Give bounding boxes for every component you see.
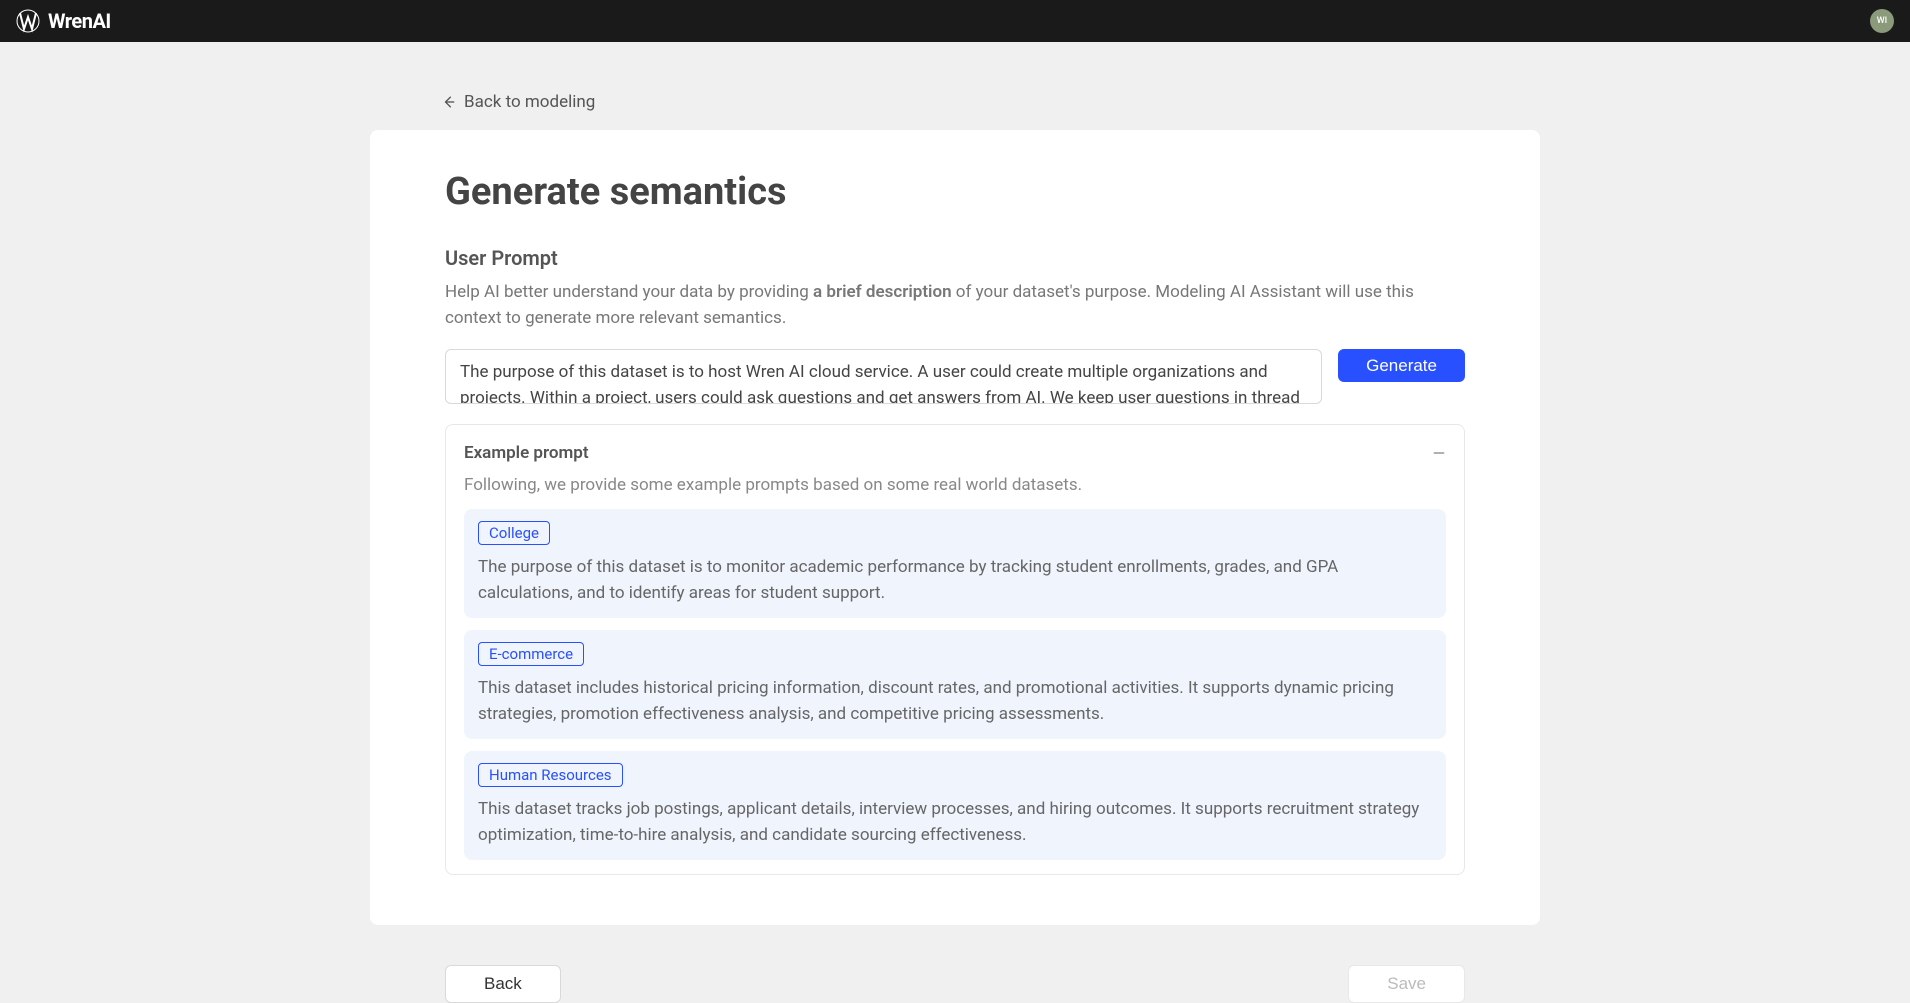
example-subdescription: Following, we provide some example promp… [464,475,1446,495]
user-prompt-description: Help AI better understand your data by p… [445,280,1465,331]
app-header: WrenAI WI [0,0,1910,42]
example-item-hr[interactable]: Human Resources This dataset tracks job … [464,751,1446,860]
user-prompt-title: User Prompt [445,246,1465,270]
example-header: Example prompt [464,443,1446,463]
arrow-left-icon [442,95,456,109]
example-text: This dataset includes historical pricing… [478,676,1432,727]
wren-logo-icon [16,9,40,33]
user-prompt-input[interactable] [445,349,1322,404]
example-item-ecommerce[interactable]: E-commerce This dataset includes histori… [464,630,1446,739]
main-container: Back to modeling Generate semantics User… [370,42,1540,1003]
example-text: The purpose of this dataset is to monito… [478,555,1432,606]
back-link-label: Back to modeling [464,92,595,112]
example-tag: Human Resources [478,763,623,787]
example-prompt-title: Example prompt [464,443,589,463]
example-item-college[interactable]: College The purpose of this dataset is t… [464,509,1446,618]
example-text: This dataset tracks job postings, applic… [478,797,1432,848]
save-button: Save [1348,965,1465,1003]
example-prompt-panel: Example prompt Following, we provide som… [445,424,1465,875]
prompt-input-row: Generate [445,349,1465,404]
footer-buttons: Back Save [370,965,1540,1003]
example-tag: College [478,521,550,545]
page-title: Generate semantics [445,170,1465,214]
back-button[interactable]: Back [445,965,561,1003]
logo-section[interactable]: WrenAI [16,9,111,33]
logo-text: WrenAI [48,9,111,33]
example-tag: E-commerce [478,642,584,666]
back-to-modeling-link[interactable]: Back to modeling [370,92,1540,112]
avatar-initials: WI [1877,16,1887,26]
user-avatar[interactable]: WI [1870,9,1894,33]
generate-button[interactable]: Generate [1338,349,1465,382]
main-card: Generate semantics User Prompt Help AI b… [370,130,1540,925]
minus-icon[interactable] [1432,446,1446,460]
